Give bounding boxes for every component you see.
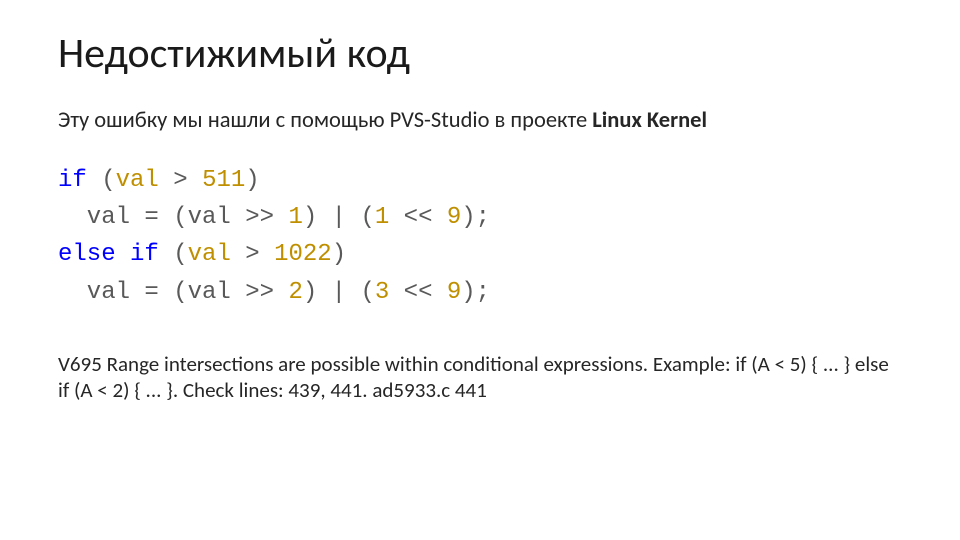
code-token: 9 — [447, 279, 461, 306]
subtitle-text: Эту ошибку мы нашли с помощью PVS-Studio… — [58, 107, 592, 134]
code-token: > — [159, 167, 202, 194]
code-token: 1022 — [274, 241, 332, 268]
code-token: ) — [332, 241, 346, 268]
code-token: 1 — [288, 204, 302, 231]
code-token: > — [231, 241, 274, 268]
code-token: ( — [159, 241, 188, 268]
code-token: << — [389, 279, 447, 306]
subtitle-project-name: Linux Kernel — [592, 107, 707, 134]
code-token: ) | ( — [303, 204, 375, 231]
code-token: 1 — [375, 204, 389, 231]
code-token: val = (val >> — [58, 204, 288, 231]
code-block: if (val > 511) val = (val >> 1) | (1 << … — [58, 162, 902, 311]
code-token: val — [188, 241, 231, 268]
code-token: ); — [461, 279, 490, 306]
slide: Недостижимый код Эту ошибку мы нашли с п… — [0, 0, 960, 540]
code-token: ( — [87, 167, 116, 194]
code-token: else — [58, 241, 116, 268]
code-token: val = (val >> — [58, 279, 288, 306]
code-token: 3 — [375, 279, 389, 306]
slide-subtitle: Эту ошибку мы нашли с помощью PVS-Studio… — [58, 107, 902, 134]
code-token — [116, 241, 130, 268]
slide-title: Недостижимый код — [58, 28, 902, 79]
code-token: << — [389, 204, 447, 231]
code-token: val — [116, 167, 159, 194]
code-token: 9 — [447, 204, 461, 231]
code-token: ) — [245, 167, 259, 194]
code-token: 511 — [202, 167, 245, 194]
code-token: 2 — [288, 279, 302, 306]
diagnostic-text: V695 Range intersections are possible wi… — [58, 351, 902, 404]
code-token: ); — [461, 204, 490, 231]
code-token: ) | ( — [303, 279, 375, 306]
code-token: if — [130, 241, 159, 268]
code-token: if — [58, 167, 87, 194]
